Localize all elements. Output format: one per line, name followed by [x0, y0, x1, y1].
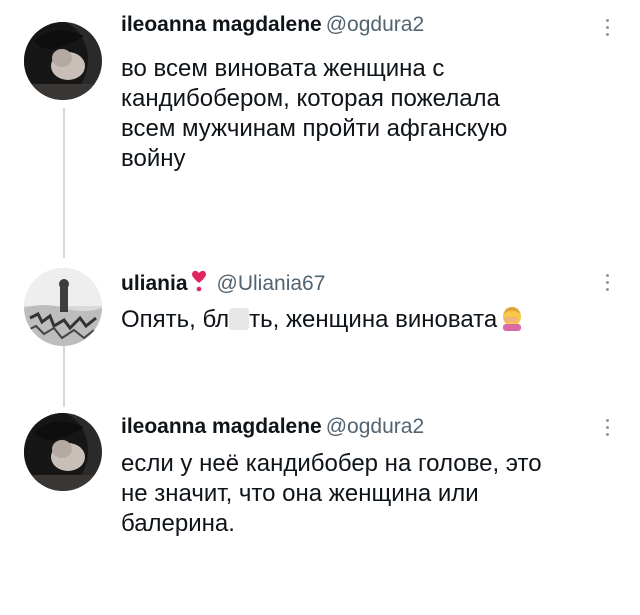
author-handle[interactable]: @ogdura2 — [326, 13, 424, 36]
more-vertical-icon[interactable] — [604, 19, 610, 41]
censor-blur — [229, 308, 250, 330]
avatar[interactable] — [24, 413, 102, 491]
tweet-text-part: ть, женщина виновата — [249, 306, 498, 333]
author-handle[interactable]: @Uliania67 — [217, 272, 326, 295]
tweet-text: если у неё кандибобер на голове, это не … — [121, 450, 542, 537]
more-vertical-icon[interactable] — [604, 274, 610, 296]
avatar[interactable] — [24, 268, 102, 346]
tweet-2[interactable]: uliania @Uliania67 Опять, бл ть, женщина в… — [0, 250, 640, 370]
author-handle[interactable]: @ogdura2 — [326, 415, 424, 438]
tweet-header: ileoanna magdalene @ogdura2 — [121, 414, 424, 440]
author-name[interactable]: ileoanna magdalene — [121, 415, 322, 438]
facepalm-woman-icon — [499, 305, 525, 339]
tweet-text: во всем виновата женщина с кандибобером,… — [121, 55, 508, 172]
profile-photo-icon — [24, 268, 102, 346]
tweet-3[interactable]: ileoanna magdalene @ogdura2 если у неё ка… — [0, 395, 640, 595]
profile-photo-icon — [24, 413, 102, 491]
author-name[interactable]: ileoanna magdalene — [121, 13, 322, 36]
more-vertical-icon[interactable] — [604, 419, 610, 441]
heart-exclamation-icon — [191, 269, 207, 300]
avatar[interactable] — [24, 22, 102, 100]
tweet-text-part: Опять, бл — [121, 306, 230, 333]
tweet-text: Опять, бл ть, женщина виновата — [121, 305, 601, 339]
profile-photo-icon — [24, 22, 102, 100]
tweet-header: ileoanna magdalene @ogdura2 — [121, 12, 424, 38]
author-name[interactable]: uliania — [121, 272, 188, 295]
tweet-1[interactable]: ileoanna magdalene @ogdura2 во всем винов… — [0, 0, 640, 250]
tweet-header: uliania @Uliania67 — [121, 269, 325, 300]
